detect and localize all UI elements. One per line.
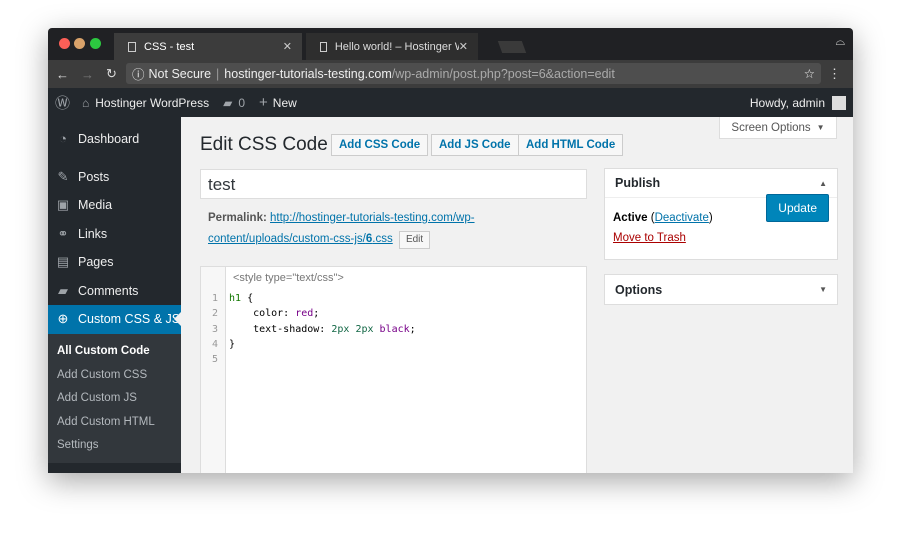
close-tab-icon[interactable]: ✕ — [283, 40, 292, 53]
link-icon: ⚭ — [57, 225, 69, 241]
style-tag-label: <style type="text/css"> — [233, 272, 344, 284]
forward-icon[interactable]: → — [81, 67, 94, 82]
wordpress-logo-icon[interactable]: Ⓦ — [55, 92, 70, 113]
sidebar-item-label: Media — [78, 198, 113, 213]
deactivate-link[interactable]: Deactivate — [655, 212, 709, 224]
wp-admin-bar: Ⓦ ⌂ Hostinger WordPress ▰ 0 + New Howdy,… — [48, 88, 853, 117]
url-path: /wp-admin/post.php?post=6&action=edit — [391, 66, 615, 81]
back-icon[interactable]: ← — [56, 67, 69, 82]
title-input[interactable]: test — [200, 169, 587, 199]
publish-box: Publish ▲ Active (Deactivate) Move to Tra… — [604, 168, 838, 260]
add-css-code-button[interactable]: Add CSS Code — [331, 134, 429, 156]
plus-circle-icon: ⊕ — [57, 311, 69, 327]
url-host: hostinger-tutorials-testing.com — [224, 66, 392, 81]
avatar[interactable] — [832, 95, 846, 110]
collapse-up-icon[interactable]: ▲ — [819, 179, 827, 188]
incognito-icon: ⌓ — [835, 34, 846, 48]
code-editor[interactable]: <style type="text/css"> 1 h1 { 2 color: r… — [200, 266, 587, 473]
code-content: 1 h1 { 2 color: red; 3 text-shadow: 2px 2… — [211, 293, 416, 366]
security-label: Not Secure — [148, 66, 212, 81]
info-icon: ⓘ — [132, 68, 145, 82]
caret-down-icon: ▼ — [816, 123, 825, 132]
sidebar-item-comments[interactable]: ▰ Comments — [48, 277, 181, 306]
site-name-link[interactable]: Hostinger WordPress — [95, 96, 209, 110]
file-icon — [320, 41, 327, 52]
edit-permalink-button[interactable]: Edit — [398, 231, 431, 249]
submenu-add-custom-html[interactable]: Add Custom HTML — [48, 410, 181, 434]
dashboard-icon: ◔ — [59, 131, 67, 147]
close-tab-icon[interactable]: ✕ — [459, 40, 468, 53]
screen-options-button[interactable]: Screen Options ▼ — [719, 117, 837, 139]
new-tab-button[interactable] — [497, 41, 527, 53]
sidebar-item-pages[interactable]: ▤ Pages — [48, 248, 181, 277]
submenu-add-custom-js[interactable]: Add Custom JS — [48, 387, 181, 411]
howdy-account[interactable]: Howdy, admin — [750, 96, 825, 110]
tab-bar: CSS - test ✕ Hello world! – Hostinger Wor… — [48, 28, 853, 60]
plus-icon: + — [259, 94, 268, 111]
file-icon — [128, 41, 136, 52]
pages-icon: ▤ — [56, 254, 70, 270]
new-link[interactable]: New — [273, 96, 297, 110]
sidebar-item-custom-css-js[interactable]: ⊕ Custom CSS & JS — [48, 305, 181, 334]
tab-hello-world[interactable]: Hello world! – Hostinger WordP✕ — [306, 33, 478, 60]
sidebar-item-label: Comments — [78, 283, 139, 298]
pin-icon: ✎ — [57, 168, 69, 184]
sidebar-item-label: Custom CSS & JS — [78, 312, 181, 327]
tab-label: CSS - test — [144, 40, 195, 53]
bookmark-star-icon[interactable]: ☆ — [804, 66, 815, 81]
publish-title: Publish — [615, 176, 661, 190]
tab-label: Hello world! – Hostinger WordP — [334, 40, 459, 53]
options-title: Options — [615, 282, 663, 297]
sidebar-item-media[interactable]: ▣ Media — [48, 191, 181, 220]
minimize-window-button[interactable] — [74, 38, 85, 49]
permalink-label: Permalink: — [208, 212, 267, 224]
sidebar-item-links[interactable]: ⚭ Links — [48, 220, 181, 249]
admin-sidebar: ◔ Dashboard ✎ Posts ▣ Media ⚭ Links ▤ Pages ▰… — [48, 117, 181, 473]
reload-icon[interactable]: ↻ — [106, 66, 117, 82]
close-window-button[interactable] — [59, 38, 70, 49]
collapse-down-icon[interactable]: ▼ — [819, 285, 827, 294]
comment-icon: ▰ — [223, 95, 233, 110]
url-input[interactable]: ⓘ Not Secure | hostinger-tutorials-testi… — [126, 63, 821, 84]
sidebar-item-label: Links — [78, 226, 108, 241]
submenu-all-custom-code[interactable]: All Custom Code — [48, 340, 181, 364]
comments-count[interactable]: 0 — [238, 96, 245, 110]
media-icon: ▣ — [56, 197, 70, 213]
sidebar-item-label: Dashboard — [78, 132, 140, 147]
add-html-code-button[interactable]: Add HTML Code — [518, 134, 624, 156]
permalink: Permalink: http://hostinger-tutorials-te… — [208, 208, 508, 250]
submenu-add-custom-css[interactable]: Add Custom CSS — [48, 363, 181, 387]
update-button[interactable]: Update — [766, 194, 829, 222]
move-to-trash-link[interactable]: Move to Trash — [613, 232, 686, 244]
browser-window: CSS - test ✕ Hello world! – Hostinger Wor… — [48, 28, 853, 473]
tab-css-test[interactable]: CSS - test ✕ — [114, 33, 302, 60]
maximize-window-button[interactable] — [90, 38, 101, 49]
add-js-code-button[interactable]: Add JS Code — [431, 134, 519, 156]
screen-options-label: Screen Options — [731, 121, 811, 134]
options-box: Options ▼ — [604, 274, 838, 305]
status-label: Active — [613, 212, 648, 224]
sidebar-item-label: Pages — [78, 255, 114, 270]
submenu-settings[interactable]: Settings — [48, 434, 181, 458]
sidebar-item-dashboard[interactable]: ◔ Dashboard — [48, 125, 181, 154]
page-title: Edit CSS Code — [200, 134, 328, 155]
sidebar-item-label: Posts — [78, 169, 110, 184]
main-content: Screen Options ▼ Edit CSS Code Add CSS Co… — [181, 117, 853, 473]
sidebar-item-posts[interactable]: ✎ Posts — [48, 163, 181, 192]
submenu: All Custom Code Add Custom CSS Add Custo… — [48, 333, 181, 463]
home-icon: ⌂ — [82, 95, 90, 110]
menu-icon[interactable]: ⋮ — [828, 66, 841, 82]
comment-icon: ▰ — [58, 282, 68, 298]
